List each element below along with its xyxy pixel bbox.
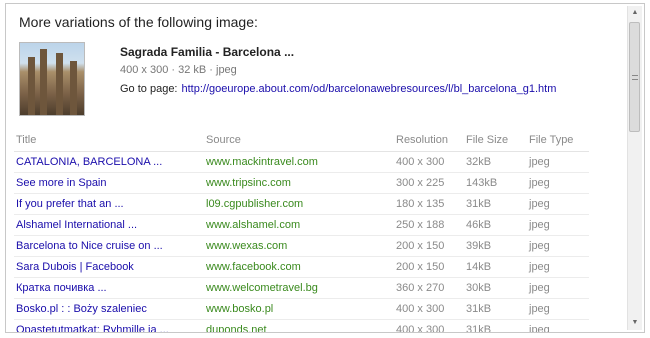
table-row[interactable]: If you prefer that an ... l09.cgpublisher… [14,193,589,215]
row-resolution: 400 x 300 [394,298,464,320]
source-page-link[interactable]: http://goeurope.about.com/od/barcelonawe… [182,83,557,95]
row-file-size: 39kB [464,235,527,257]
thumbnail-spire [56,53,63,115]
row-file-size: 32kB [464,151,527,173]
row-title-link[interactable]: Bosko.pl : : Boży szaleniec [14,298,204,320]
row-source-link[interactable]: www.wexas.com [204,235,394,257]
table-row[interactable]: Кратка почивка ... www.welcometravel.bg 36… [14,277,589,299]
row-title-link[interactable]: Barcelona to Nice cruise on ... [14,235,204,257]
thumbnail-spire [28,57,35,115]
row-source-link[interactable]: www.facebook.com [204,256,394,278]
row-file-type: jpeg [527,214,589,236]
scrollbar-thumb[interactable] [629,22,640,132]
row-title-link[interactable]: Alshamel International ... [14,214,204,236]
row-file-size: 31kB [464,298,527,320]
thumbnail-spire [70,61,77,115]
scrollbar-grip-icon [632,75,638,80]
thumbnail-spire [40,49,47,115]
row-title-link[interactable]: CATALONIA, BARCELONA ... [14,151,204,173]
source-page-line: Go to page: http://goeurope.about.com/od/… [120,83,556,95]
row-resolution: 400 x 300 [394,319,464,332]
source-image-thumbnail[interactable] [19,42,85,116]
row-title-link[interactable]: Opastetutmatkat: Ryhmille ja ... [14,319,204,332]
row-file-type: jpeg [527,235,589,257]
row-source-link[interactable]: l09.cgpublisher.com [204,193,394,215]
column-header-title: Title [14,129,204,152]
row-title-link[interactable]: If you prefer that an ... [14,193,204,215]
source-image-title: Sagrada Familia - Barcelona ... [120,45,295,59]
image-variations-dialog: More variations of the following image: … [5,3,645,333]
row-source-link[interactable]: www.alshamel.com [204,214,394,236]
row-resolution: 360 x 270 [394,277,464,299]
row-title-link[interactable]: Sara Dubois | Facebook [14,256,204,278]
scroll-up-arrow-icon[interactable]: ▲ [628,6,642,20]
row-resolution: 300 x 225 [394,172,464,194]
row-resolution: 200 x 150 [394,256,464,278]
table-row[interactable]: Sara Dubois | Facebook www.facebook.com 20… [14,256,589,278]
row-title-link[interactable]: Кратка почивка ... [14,277,204,299]
variations-table: Title Source Resolution File Size File T… [14,129,589,332]
row-file-type: jpeg [527,151,589,173]
table-row[interactable]: Barcelona to Nice cruise on ... www.wexas… [14,235,589,257]
table-row[interactable]: See more in Spain www.tripsinc.com 300 x 2… [14,172,589,194]
column-header-resolution: Resolution [394,129,464,152]
vertical-scrollbar[interactable]: ▲ ▼ [627,6,642,330]
row-file-type: jpeg [527,319,589,332]
scroll-down-arrow-icon[interactable]: ▼ [628,316,642,330]
column-header-source: Source [204,129,394,152]
row-source-link[interactable]: www.welcometravel.bg [204,277,394,299]
table-row[interactable]: Bosko.pl : : Boży szaleniec www.bosko.pl 4… [14,298,589,320]
column-header-file-size: File Size [464,129,527,152]
row-file-type: jpeg [527,256,589,278]
row-resolution: 180 x 135 [394,193,464,215]
row-file-size: 31kB [464,193,527,215]
source-page-label: Go to page: [120,83,178,95]
row-file-size: 14kB [464,256,527,278]
row-source-link[interactable]: www.tripsinc.com [204,172,394,194]
row-file-size: 143kB [464,172,527,194]
dialog-heading: More variations of the following image: [19,14,258,30]
row-source-link[interactable]: duponds.net [204,319,394,332]
column-header-file-type: File Type [527,129,589,152]
row-file-size: 46kB [464,214,527,236]
row-file-size: 30kB [464,277,527,299]
row-file-type: jpeg [527,193,589,215]
row-resolution: 200 x 150 [394,235,464,257]
row-resolution: 400 x 300 [394,151,464,173]
table-row[interactable]: Alshamel International ... www.alshamel.c… [14,214,589,236]
row-source-link[interactable]: www.bosko.pl [204,298,394,320]
row-file-type: jpeg [527,277,589,299]
row-file-type: jpeg [527,172,589,194]
table-row[interactable]: CATALONIA, BARCELONA ... www.mackintravel… [14,151,589,173]
row-file-size: 31kB [464,319,527,332]
row-source-link[interactable]: www.mackintravel.com [204,151,394,173]
table-header-row: Title Source Resolution File Size File T… [14,129,589,152]
source-image-meta: 400 x 300 · 32 kB · jpeg [120,64,237,76]
row-file-type: jpeg [527,298,589,320]
row-title-link[interactable]: See more in Spain [14,172,204,194]
table-row[interactable]: Opastetutmatkat: Ryhmille ja ... duponds.… [14,319,589,332]
row-resolution: 250 x 188 [394,214,464,236]
